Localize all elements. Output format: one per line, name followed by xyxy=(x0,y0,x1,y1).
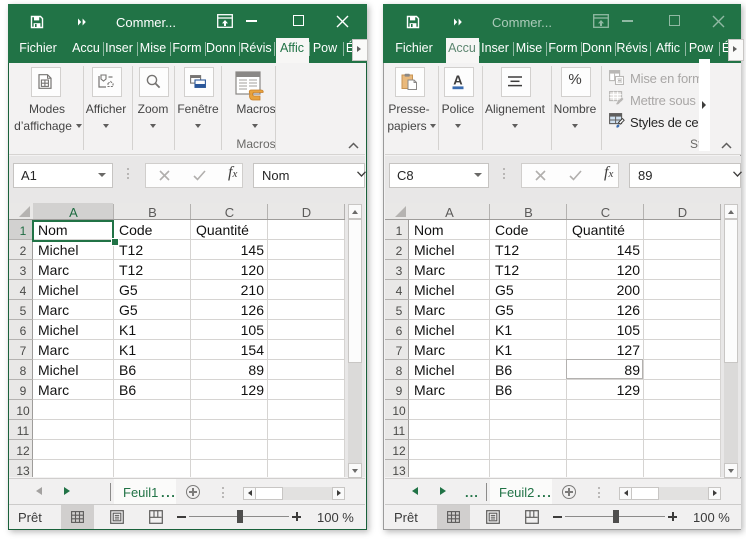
svg-text:A: A xyxy=(453,73,463,88)
